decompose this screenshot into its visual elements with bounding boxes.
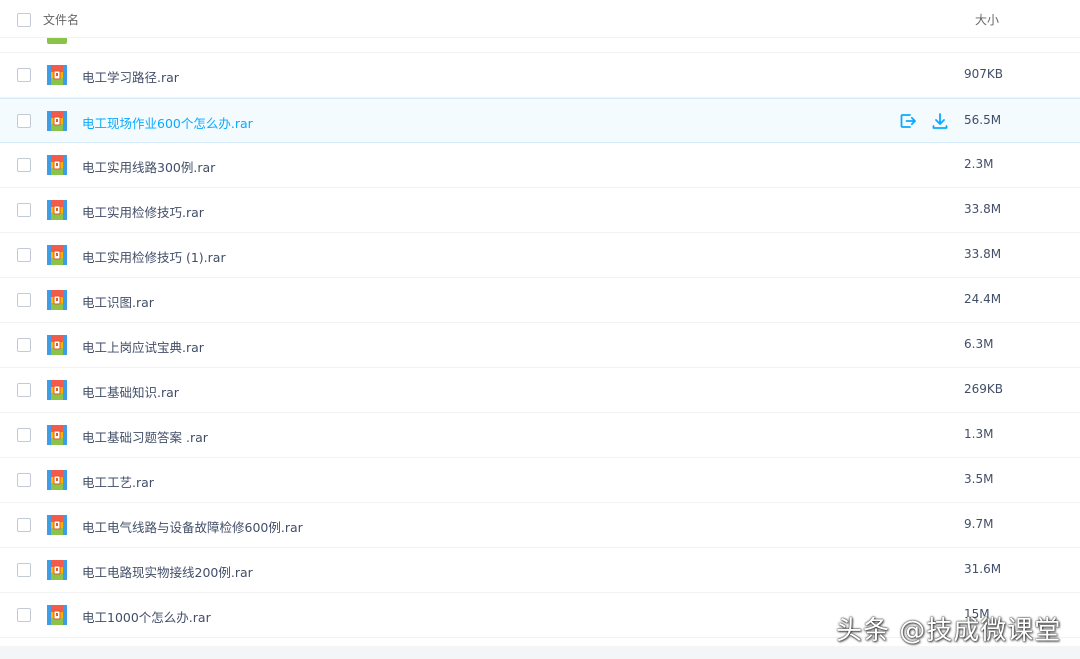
file-row[interactable]: 电工现场作业600个怎么办.rar 56.5M <box>0 98 1080 143</box>
row-checkbox[interactable] <box>17 293 31 307</box>
file-row[interactable]: 电工学习路径.rar 907KB <box>0 53 1080 98</box>
file-size: 31.6M <box>964 562 1002 576</box>
row-checkbox[interactable] <box>17 248 31 262</box>
archive-file-icon <box>47 200 67 220</box>
file-list-view: 文件名 大小 电工学习路径.rar 907KB 电工现场作业600个怎么办.ra… <box>0 0 1080 659</box>
archive-file-icon <box>47 155 67 175</box>
partial-row <box>0 38 1080 53</box>
file-name[interactable]: 电工基础习题答案 .rar <box>82 427 208 446</box>
file-name[interactable]: 电工电路现实物接线200例.rar <box>82 562 253 581</box>
file-size: 2.3M <box>964 157 994 171</box>
file-name[interactable]: 电工电气线路与设备故障检修600例.rar <box>82 517 303 536</box>
download-icon[interactable] <box>931 112 949 130</box>
file-rows: 电工学习路径.rar 907KB 电工现场作业600个怎么办.rar 56.5M… <box>0 53 1080 638</box>
file-name[interactable]: 电工实用检修技巧 (1).rar <box>82 247 226 266</box>
row-checkbox[interactable] <box>17 158 31 172</box>
archive-file-icon <box>47 290 67 310</box>
column-header-size[interactable]: 大小 <box>975 11 999 28</box>
file-size: 33.8M <box>964 247 1002 261</box>
list-header: 文件名 大小 <box>0 0 1080 38</box>
archive-file-icon <box>47 605 67 625</box>
file-row[interactable]: 电工实用检修技巧.rar 33.8M <box>0 188 1080 233</box>
file-name[interactable]: 电工识图.rar <box>82 292 154 311</box>
row-checkbox[interactable] <box>17 563 31 577</box>
archive-file-icon <box>47 380 67 400</box>
column-header-name[interactable]: 文件名 <box>43 11 79 28</box>
file-row[interactable]: 电工上岗应试宝典.rar 6.3M <box>0 323 1080 368</box>
file-row[interactable]: 电工基础知识.rar 269KB <box>0 368 1080 413</box>
archive-file-icon <box>47 65 67 85</box>
file-name[interactable]: 电工实用线路300例.rar <box>82 157 215 176</box>
file-row[interactable]: 电工工艺.rar 3.5M <box>0 458 1080 503</box>
row-checkbox[interactable] <box>17 114 31 128</box>
file-name[interactable]: 电工上岗应试宝典.rar <box>82 337 204 356</box>
file-name[interactable]: 电工学习路径.rar <box>82 67 179 86</box>
file-row[interactable]: 电工实用线路300例.rar 2.3M <box>0 143 1080 188</box>
file-name[interactable]: 电工现场作业600个怎么办.rar <box>82 113 253 132</box>
file-size: 1.3M <box>964 427 994 441</box>
file-row[interactable]: 电工电路现实物接线200例.rar 31.6M <box>0 548 1080 593</box>
file-row[interactable]: 电工基础习题答案 .rar 1.3M <box>0 413 1080 458</box>
archive-file-icon <box>47 38 67 44</box>
file-size: 24.4M <box>964 292 1002 306</box>
row-actions <box>899 112 949 130</box>
share-icon[interactable] <box>899 112 917 130</box>
row-checkbox[interactable] <box>17 608 31 622</box>
row-checkbox[interactable] <box>17 383 31 397</box>
file-size: 907KB <box>964 67 1004 81</box>
file-row[interactable]: 电工实用检修技巧 (1).rar 33.8M <box>0 233 1080 278</box>
watermark: 头条 @技成微课堂 <box>836 616 1062 646</box>
archive-file-icon <box>47 245 67 265</box>
file-size: 3.5M <box>964 472 994 486</box>
row-checkbox[interactable] <box>17 68 31 82</box>
file-name[interactable]: 电工基础知识.rar <box>82 382 179 401</box>
select-all-checkbox[interactable] <box>17 13 31 27</box>
file-name[interactable]: 电工实用检修技巧.rar <box>82 202 204 221</box>
file-size: 9.7M <box>964 517 994 531</box>
archive-file-icon <box>47 335 67 355</box>
file-size: 33.8M <box>964 202 1002 216</box>
footer-bar <box>0 646 1080 659</box>
archive-file-icon <box>47 560 67 580</box>
file-size: 269KB <box>964 382 1004 396</box>
file-name[interactable]: 电工工艺.rar <box>82 472 154 491</box>
row-checkbox[interactable] <box>17 473 31 487</box>
row-checkbox[interactable] <box>17 203 31 217</box>
archive-file-icon <box>47 470 67 490</box>
file-size: 6.3M <box>964 337 994 351</box>
file-name[interactable]: 电工1000个怎么办.rar <box>82 607 211 626</box>
row-checkbox[interactable] <box>17 428 31 442</box>
file-row[interactable]: 电工电气线路与设备故障检修600例.rar 9.7M <box>0 503 1080 548</box>
row-checkbox[interactable] <box>17 338 31 352</box>
archive-file-icon <box>47 425 67 445</box>
archive-file-icon <box>47 111 67 131</box>
archive-file-icon <box>47 515 67 535</box>
file-size: 56.5M <box>964 113 1002 127</box>
row-checkbox[interactable] <box>17 518 31 532</box>
file-row[interactable]: 电工识图.rar 24.4M <box>0 278 1080 323</box>
